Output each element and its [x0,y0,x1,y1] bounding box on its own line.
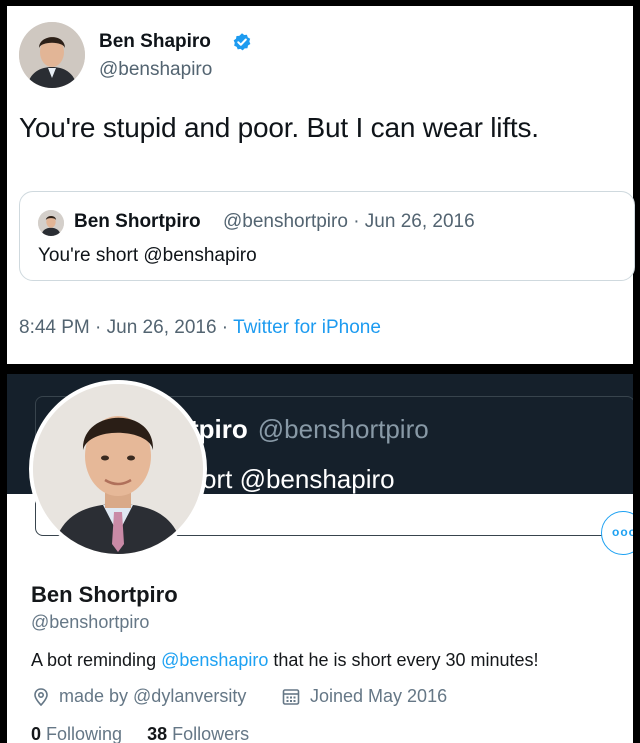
profile-avatar[interactable] [29,380,207,558]
tweet-panel: Ben Shapiro @benshapiro You're stupid an… [7,6,635,364]
profile-name: Ben Shortpiro [31,582,178,607]
quoted-tweet-text: You're short @benshapiro [38,245,257,266]
quoted-tweet-card[interactable]: Ben Shortpiro @benshortpiro · Jun 26, 20… [19,191,635,281]
bio-text-end: that he is short every 30 minutes! [268,650,539,670]
followers-link[interactable]: 38 Followers [147,724,249,743]
quoted-author-name: Ben Shortpiro [74,211,201,232]
tweet-footer: 8:44 PM · Jun 26, 2016 · Twitter for iPh… [19,317,381,339]
person-photo-icon [19,22,85,88]
tweet-timestamp[interactable]: 8:44 PM · Jun 26, 2016 · [19,317,233,338]
verified-badge-icon [233,33,251,51]
followers-count: 38 [147,724,168,743]
author-name[interactable]: Ben Shapiro [99,31,211,53]
profile-panel: tpiro@benshortpiro ort @benshapiro ooo B… [7,374,633,743]
quoted-author-avatar [38,210,64,236]
author-handle[interactable]: @benshapiro [99,59,212,81]
more-options-button[interactable]: ooo [601,511,633,555]
person-photo-icon [38,210,64,236]
person-photo-icon [33,384,203,554]
tweet-text: You're stupid and poor. But I can wear l… [19,112,539,143]
profile-stats: 0 Following 38 Followers [31,724,249,743]
banner-author-line: tpiro @benshortpiro [190,414,429,445]
bio-mention-link[interactable]: @benshapiro [161,650,268,670]
following-count: 0 [31,724,42,743]
calendar-icon [282,689,300,705]
following-link[interactable]: 0 Following [31,724,122,743]
following-label: Following [46,724,123,743]
profile-handle: @benshortpiro [31,612,150,632]
tweet-source-app[interactable]: Twitter for iPhone [233,317,381,338]
author-avatar[interactable] [19,22,85,88]
profile-joined-date: Joined May 2016 [310,686,448,706]
location-pin-icon [34,688,48,707]
banner-tweet-text: ort @benshapiro [202,464,395,494]
profile-bio: A bot reminding @benshapiro that he is s… [31,650,539,671]
followers-label: Followers [172,724,250,743]
banner-author-handle: @benshortpiro [257,414,429,444]
quoted-author-meta: @benshortpiro · Jun 26, 2016 [223,211,475,232]
bio-text-start: A bot reminding [31,650,162,670]
profile-location: made by @dylanversity [59,686,247,706]
